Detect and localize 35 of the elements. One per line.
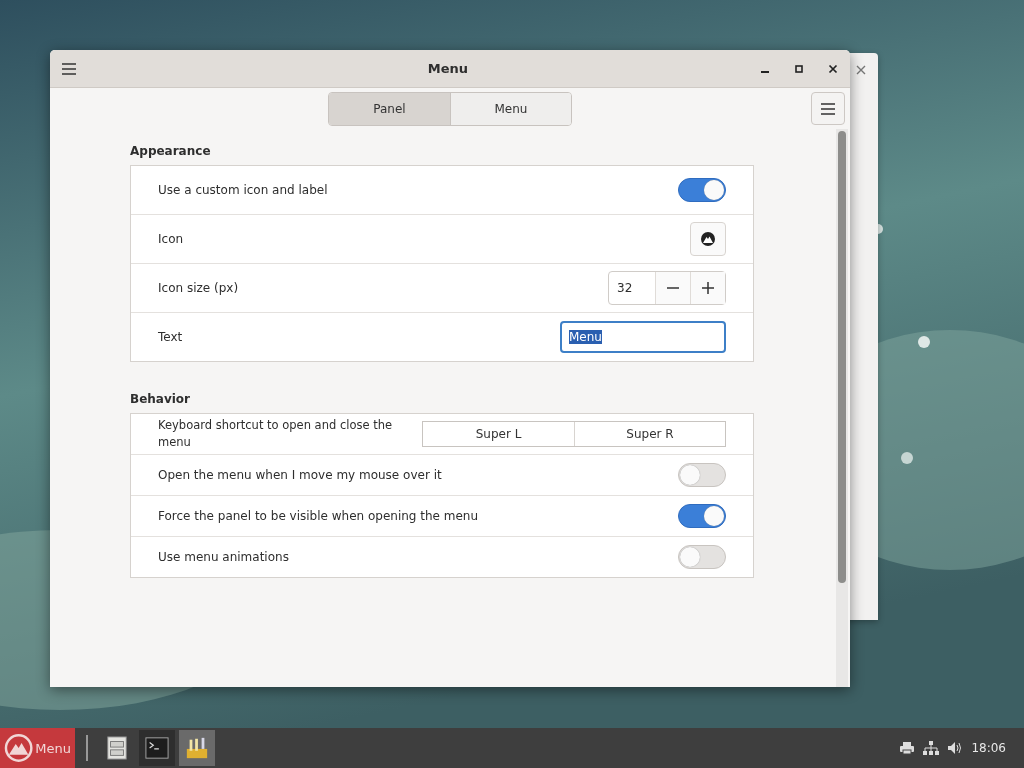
- window-title: Menu: [426, 61, 470, 76]
- menu-icon[interactable]: [62, 62, 76, 75]
- printer-icon[interactable]: [899, 741, 916, 755]
- text-field[interactable]: Menu: [560, 321, 726, 353]
- volume-icon[interactable]: [947, 741, 964, 755]
- setting-label: Text: [158, 328, 183, 346]
- setting-label: Force the panel to be visible when opening the menu: [158, 507, 479, 525]
- mountain-logo-icon: [4, 733, 34, 763]
- setting-label: Use a custom icon and label: [158, 181, 328, 199]
- tab[interactable]: Menu: [450, 93, 571, 125]
- network-icon[interactable]: [923, 741, 940, 755]
- close-icon[interactable]: [828, 63, 838, 74]
- tab[interactable]: Panel: [329, 93, 450, 125]
- toggle-switch[interactable]: [678, 178, 726, 202]
- menu-button[interactable]: [811, 92, 845, 125]
- toggle-switch[interactable]: [678, 545, 726, 569]
- setting-label: Use menu animations: [158, 548, 289, 566]
- toggle-switch[interactable]: [678, 504, 726, 528]
- menu-button[interactable]: Menu: [0, 728, 75, 768]
- terminal-icon[interactable]: [139, 730, 175, 766]
- toolbox-icon[interactable]: [179, 730, 215, 766]
- section-heading: Appearance: [130, 144, 212, 158]
- setting-label: Open the menu when I move my mouse over it: [158, 466, 442, 484]
- menu-icon: [821, 102, 835, 115]
- setting-label: Keyboard shortcut to open and close the menu: [158, 417, 394, 451]
- mountain-logo-icon: [700, 231, 716, 247]
- maximize-icon[interactable]: [794, 63, 804, 74]
- clock[interactable]: 18:06: [971, 741, 1006, 755]
- section-heading: Behavior: [130, 392, 192, 406]
- setting-label: Icon size (px): [158, 279, 239, 297]
- setting-label: Icon: [158, 230, 184, 248]
- handle-icon[interactable]: [85, 735, 89, 761]
- toggle-switch[interactable]: [678, 463, 726, 487]
- scrollbar[interactable]: [836, 129, 848, 687]
- icon-picker-button[interactable]: [690, 222, 726, 256]
